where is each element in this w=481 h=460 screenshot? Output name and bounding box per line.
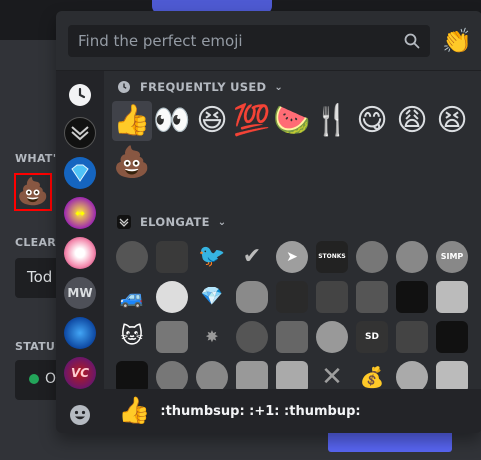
emoji-yum[interactable]: 😋 — [352, 101, 392, 141]
custom-emoji-pixel[interactable] — [276, 361, 308, 389]
nav-server-mw[interactable]: MW — [64, 277, 96, 309]
chevron-down-icon: ⌄ — [217, 216, 227, 228]
custom-emoji-pepe-point[interactable] — [396, 241, 428, 273]
emoji-list: FREQUENTLY USED ⌄ 👍 👀 😆 💯 🍉 🍴 😋 😩 😫 💩 EL… — [104, 71, 481, 389]
emoji-fork-and-knife[interactable]: 🍴 — [312, 101, 352, 141]
emoji-eyes[interactable]: 👀 — [152, 101, 192, 141]
emoji-search-input[interactable] — [68, 25, 388, 57]
skin-tone-selector-button[interactable]: 👏 — [442, 27, 472, 55]
custom-emoji-elon-2[interactable] — [276, 321, 308, 353]
nav-server-vc[interactable]: VC — [64, 357, 96, 389]
section-frequently-used-header[interactable]: FREQUENTLY USED ⌄ — [116, 77, 283, 97]
status-emoji-button[interactable]: 💩 — [14, 173, 52, 211]
custom-emoji-telegram[interactable]: ➤ — [276, 241, 308, 273]
emoji-picker: 👏 ◆◆ MW VC — [56, 11, 481, 433]
nav-server-3[interactable]: ◆◆ — [64, 197, 96, 229]
nav-server-4[interactable] — [64, 237, 96, 269]
diamond-icon — [71, 164, 89, 182]
custom-emoji-binance[interactable] — [396, 361, 428, 389]
server-1-icon — [71, 126, 89, 141]
emoji-tired-face[interactable]: 😫 — [432, 101, 472, 141]
custom-emoji-chomp[interactable] — [116, 241, 148, 273]
custom-emoji-elon-1[interactable] — [236, 321, 268, 353]
custom-emoji-suit[interactable] — [316, 281, 348, 313]
chevron-down-icon: ⌄ — [274, 81, 284, 93]
status-emoji: 💩 — [16, 177, 50, 207]
emoji-laughing[interactable]: 😆 — [192, 101, 232, 141]
smiley-icon — [70, 405, 90, 425]
emoji-watermelon[interactable]: 🍉 — [272, 101, 312, 141]
emoji-poop[interactable]: 💩 — [112, 143, 152, 183]
custom-emoji-elongate-logo-2[interactable] — [116, 361, 148, 389]
picker-header: 👏 — [56, 11, 481, 71]
custom-emoji-instagram[interactable] — [156, 321, 188, 353]
search-icon[interactable] — [404, 33, 420, 49]
custom-emoji-discord[interactable] — [196, 361, 228, 389]
online-status-dot-icon — [29, 374, 39, 384]
emoji-100[interactable]: 💯 — [232, 101, 272, 141]
emoji-search-bar — [68, 25, 430, 57]
clock-icon — [69, 84, 91, 106]
custom-emoji-check[interactable]: ✔ — [236, 241, 268, 273]
nav-default-emoji[interactable] — [64, 399, 96, 431]
custom-emoji-x[interactable]: ✕ — [316, 361, 348, 389]
custom-emoji-splat[interactable]: ✸ — [196, 321, 228, 353]
custom-emoji-money-bag[interactable]: 💰 — [356, 361, 388, 389]
custom-emoji-dark[interactable] — [396, 281, 428, 313]
custom-emoji-car[interactable]: 🚙 — [116, 281, 148, 313]
custom-emoji-stonks[interactable]: STONKS — [316, 241, 348, 273]
server-vc-initials: VC — [70, 366, 90, 380]
section-frequently-used-title: FREQUENTLY USED — [140, 80, 267, 94]
nav-server-7[interactable] — [64, 317, 96, 349]
custom-emoji-bill[interactable] — [436, 361, 468, 389]
emoji-preview-bar: 👍 :thumbsup: :+1: :thumbup: — [104, 389, 481, 433]
custom-emoji-bracket[interactable] — [276, 281, 308, 313]
custom-emoji-doge[interactable] — [356, 241, 388, 273]
nav-server-elongate[interactable] — [64, 157, 96, 189]
server-elongate-icon — [116, 214, 132, 230]
server-mw-initials: MW — [67, 286, 93, 300]
custom-emoji-elon-3[interactable] — [396, 321, 428, 353]
section-elongate-header[interactable]: ELONGATE ⌄ — [116, 212, 226, 232]
section-elongate-title: ELONGATE — [140, 215, 210, 229]
clock-icon — [116, 79, 132, 95]
custom-emoji-wallet[interactable] — [156, 241, 188, 273]
status-select-value: O — [45, 371, 57, 387]
preview-emoji: 👍 — [118, 396, 151, 426]
custom-emoji-elongate-logo[interactable] — [436, 321, 468, 353]
custom-emoji-pepe[interactable] — [236, 281, 268, 313]
custom-emoji-hands[interactable] — [236, 361, 268, 389]
server-3-logo-icon: ◆◆ — [75, 209, 85, 217]
emoji-weary[interactable]: 😩 — [392, 101, 432, 141]
nav-server-1[interactable] — [64, 117, 96, 149]
custom-emoji-scream[interactable] — [156, 361, 188, 389]
emoji-thumbsup[interactable]: 👍 — [112, 101, 152, 141]
nav-recent[interactable] — [64, 79, 96, 111]
save-button[interactable] — [328, 430, 452, 452]
custom-emoji-reddit[interactable] — [156, 281, 188, 313]
custom-emoji-money-cat[interactable]: 🐱 — [116, 321, 148, 353]
preview-emoji-names: :thumbsup: :+1: :thumbup: — [160, 403, 361, 419]
custom-emoji-face[interactable] — [356, 281, 388, 313]
custom-emoji-rocket[interactable] — [436, 281, 468, 313]
custom-emoji-coin[interactable] — [316, 321, 348, 353]
emoji-category-nav: ◆◆ MW VC — [56, 71, 104, 433]
custom-emoji-simp[interactable]: SIMP — [436, 241, 468, 273]
custom-emoji-bird[interactable]: 🐦 — [196, 241, 228, 273]
custom-emoji-sd[interactable]: SD — [356, 321, 388, 353]
custom-emoji-gem[interactable]: 💎 — [196, 281, 228, 313]
